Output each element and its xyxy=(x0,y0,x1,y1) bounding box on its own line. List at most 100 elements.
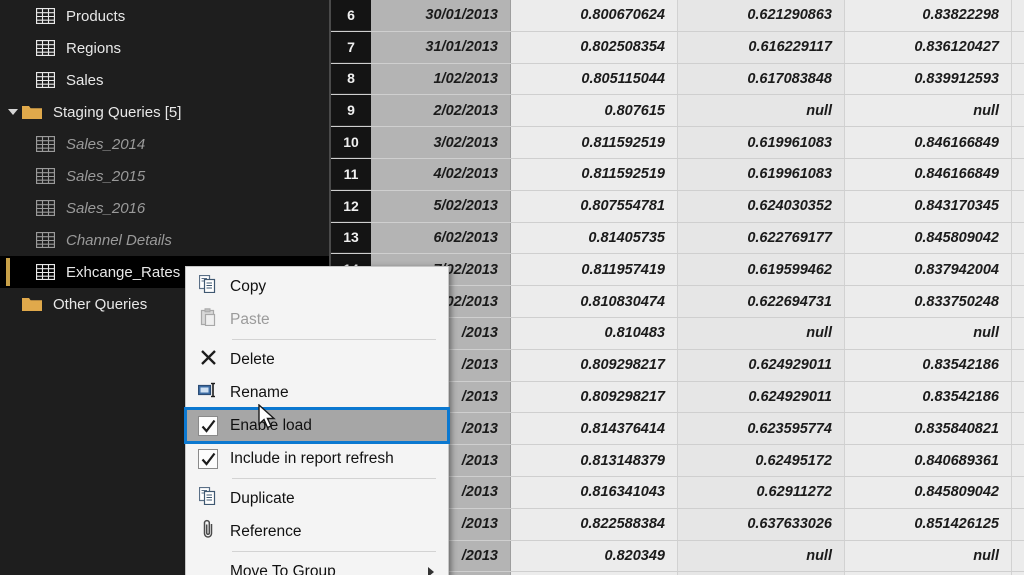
cell-rate-4[interactable]: 0.843459 xyxy=(1012,158,1024,190)
cell-rate-2[interactable]: 0.622694731 xyxy=(678,286,845,317)
cell-rate-2[interactable]: 0.617083848 xyxy=(678,63,845,95)
cell-rate-3[interactable]: 0.83822298 xyxy=(845,0,1012,31)
cell-rate-4[interactable]: 0.841233 xyxy=(1012,190,1024,222)
cell-date[interactable]: 6/02/2013 xyxy=(371,222,511,254)
cell-date[interactable]: 31/01/2013 xyxy=(371,31,511,63)
cell-rate-4[interactable]: 0.837146 xyxy=(1012,63,1024,95)
cell-date[interactable]: 4/02/2013 xyxy=(371,158,511,190)
cell-rate-2[interactable]: 0.62911272 xyxy=(678,476,845,508)
query-context-menu[interactable]: Copy Paste Delete Rename Enable load Include … xyxy=(184,266,450,575)
cell-rate-2[interactable]: 0.616229117 xyxy=(678,31,845,63)
cell-rate-1[interactable]: 0.802508354 xyxy=(511,31,678,63)
cell-date[interactable]: 5/02/2013 xyxy=(371,190,511,222)
cell-rate-1[interactable]: 0.807615 xyxy=(511,95,678,127)
cell-rate-1[interactable]: 0.809298217 xyxy=(511,349,678,381)
menu-item-copy[interactable]: Copy xyxy=(186,270,448,303)
cell-rate-3[interactable]: null xyxy=(845,317,1012,349)
cell-rate-2[interactable]: 0.619961083 xyxy=(678,127,845,158)
cell-rate-4[interactable]: 0.838446 xyxy=(1012,381,1024,413)
checkbox-icon[interactable] xyxy=(198,415,218,436)
cell-rate-2[interactable]: 0.624929011 xyxy=(678,349,845,381)
cell-rate-4[interactable]: 0.837955 xyxy=(1012,31,1024,63)
cell-rate-1[interactable]: 0.814376414 xyxy=(511,413,678,445)
query-list-item-channel-details[interactable]: Channel Details xyxy=(0,224,329,256)
menu-item-include-in-report-refresh[interactable]: Include in report refresh xyxy=(186,442,448,475)
cell-rate-1[interactable]: 0.800670624 xyxy=(511,0,678,31)
cell-rate-4[interactable]: 0.841933 xyxy=(1012,222,1024,254)
cell-rate-3[interactable]: 0.840689361 xyxy=(845,445,1012,476)
cell-rate-1[interactable]: 0.805115044 xyxy=(511,63,678,95)
cell-rate-4[interactable]: 0.843459 xyxy=(1012,127,1024,158)
cell-rate-3[interactable]: 0.83542186 xyxy=(845,349,1012,381)
query-list-item-sales-2016[interactable]: Sales_2016 xyxy=(0,192,329,224)
table-row[interactable]: 13 6/02/2013 0.81405735 0.622769177 0.845809… xyxy=(331,222,1024,255)
cell-rate-3[interactable]: 0.836120427 xyxy=(845,31,1012,63)
cell-rate-2[interactable]: 0.619961083 xyxy=(678,158,845,190)
cell-rate-3[interactable]: 0.851426125 xyxy=(845,508,1012,540)
cell-rate-1[interactable]: 0.820349 xyxy=(511,540,678,572)
cell-rate-4[interactable]: 0.850 xyxy=(1012,540,1024,572)
cell-rate-3[interactable]: 0.846166849 xyxy=(845,158,1012,190)
cell-rate-1[interactable]: 0.822588384 xyxy=(511,508,678,540)
cell-rate-4[interactable]: 0.847222 xyxy=(1012,476,1024,508)
cell-rate-1[interactable]: 0.81405735 xyxy=(511,222,678,254)
cell-rate-4[interactable]: 0.834173 xyxy=(1012,254,1024,286)
menu-item-duplicate[interactable]: Duplicate xyxy=(186,482,448,515)
table-row[interactable]: 10 3/02/2013 0.811592519 0.619961083 0.84616… xyxy=(331,127,1024,159)
cell-rate-4[interactable]: 0.84 xyxy=(1012,95,1024,127)
checkbox-icon[interactable] xyxy=(198,448,218,469)
cell-rate-2[interactable]: 0.622769177 xyxy=(678,222,845,254)
query-list-item-regions[interactable]: Regions xyxy=(0,32,329,64)
cell-rate-3[interactable]: null xyxy=(845,540,1012,572)
cell-rate-3[interactable]: 0.846166849 xyxy=(845,127,1012,158)
query-list-item-sales[interactable]: Sales xyxy=(0,64,329,96)
cell-rate-3[interactable]: 0.839912593 xyxy=(845,63,1012,95)
cell-rate-2[interactable]: 0.624929011 xyxy=(678,381,845,413)
cell-rate-2[interactable]: null xyxy=(678,540,845,572)
menu-item-move-to-group[interactable]: Move To Group xyxy=(186,555,448,575)
cell-rate-4[interactable]: 0.83931 xyxy=(1012,0,1024,31)
query-list-item-sales-2015[interactable]: Sales_2015 xyxy=(0,160,329,192)
cell-rate-1[interactable]: 0.813148379 xyxy=(511,445,678,476)
cell-rate-1[interactable]: 0.811592519 xyxy=(511,158,678,190)
menu-item-enable-load[interactable]: Enable load xyxy=(184,407,450,444)
cell-date[interactable]: 2/02/2013 xyxy=(371,95,511,127)
table-row[interactable]: 12 5/02/2013 0.807554781 0.624030352 0.84317… xyxy=(331,190,1024,223)
menu-item-rename[interactable]: Rename xyxy=(186,376,448,409)
cell-rate-1[interactable]: 0.811592519 xyxy=(511,127,678,158)
cell-rate-2[interactable]: 0.624030352 xyxy=(678,190,845,222)
cell-rate-1[interactable]: 0.811957419 xyxy=(511,254,678,286)
query-list-item-staging-queries-5[interactable]: Staging Queries [5] xyxy=(0,96,329,128)
cell-rate-2[interactable]: null xyxy=(678,317,845,349)
cell-rate-3[interactable]: 0.845809042 xyxy=(845,476,1012,508)
cell-rate-2[interactable]: null xyxy=(678,95,845,127)
cell-rate-4[interactable]: 0.852193 xyxy=(1012,508,1024,540)
cell-rate-2[interactable]: 0.637633026 xyxy=(678,508,845,540)
cell-rate-3[interactable]: null xyxy=(845,95,1012,127)
table-row[interactable]: 11 4/02/2013 0.811592519 0.619961083 0.84616… xyxy=(331,158,1024,191)
cell-rate-4[interactable]: 0.831833 xyxy=(1012,286,1024,317)
cell-rate-4[interactable]: 0.83 xyxy=(1012,317,1024,349)
cell-date[interactable]: 3/02/2013 xyxy=(371,127,511,158)
cell-rate-3[interactable]: 0.83542186 xyxy=(845,381,1012,413)
cell-rate-2[interactable]: 0.619599462 xyxy=(678,254,845,286)
cell-rate-2[interactable]: 0.623595774 xyxy=(678,413,845,445)
cell-rate-3[interactable]: 0.845809042 xyxy=(845,222,1012,254)
cell-rate-1[interactable]: 0.810483 xyxy=(511,317,678,349)
menu-item-reference[interactable]: Reference xyxy=(186,515,448,548)
chevron-down-icon[interactable] xyxy=(8,109,18,115)
cell-rate-3[interactable]: 0.837942004 xyxy=(845,254,1012,286)
cell-date[interactable]: 1/02/2013 xyxy=(371,63,511,95)
cell-rate-3[interactable]: 0.843170345 xyxy=(845,190,1012,222)
query-list-item-sales-2014[interactable]: Sales_2014 xyxy=(0,128,329,160)
table-row[interactable]: 8 1/02/2013 0.805115044 0.617083848 0.839912… xyxy=(331,63,1024,96)
cell-rate-2[interactable]: 0.621290863 xyxy=(678,0,845,31)
menu-item-paste[interactable]: Paste xyxy=(186,303,448,336)
cell-rate-4[interactable]: 0.840231 xyxy=(1012,413,1024,445)
cell-rate-1[interactable]: 0.809298217 xyxy=(511,381,678,413)
cell-rate-3[interactable]: 0.835840821 xyxy=(845,413,1012,445)
cell-rate-2[interactable]: 0.62495172 xyxy=(678,445,845,476)
cell-rate-4[interactable]: 0.838446 xyxy=(1012,349,1024,381)
table-row[interactable]: 7 31/01/2013 0.802508354 0.616229117 0.83612… xyxy=(331,31,1024,64)
cell-rate-3[interactable]: 0.833750248 xyxy=(845,286,1012,317)
